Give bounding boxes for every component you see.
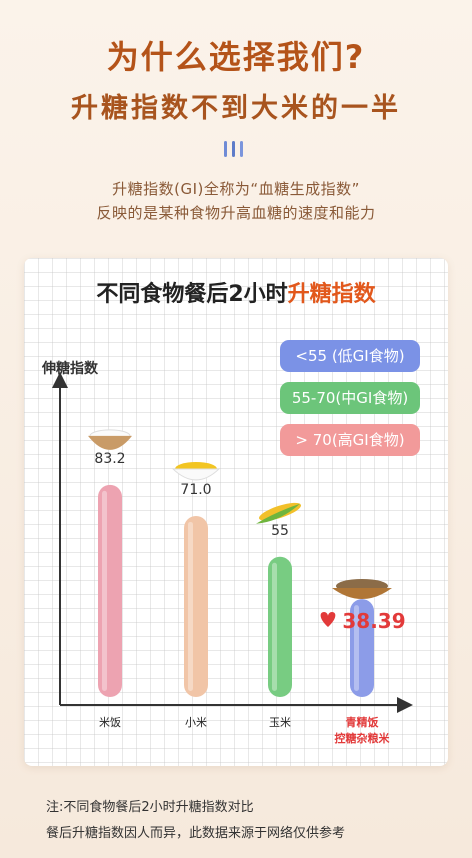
data-label: 71.0	[180, 482, 211, 498]
data-label: 55	[271, 523, 289, 539]
bar-highlight	[188, 521, 193, 691]
grain-bowl-icon	[332, 588, 392, 599]
category-label: 小米	[185, 716, 207, 729]
data-label: 38.39	[342, 609, 405, 633]
data-label: 83.2	[94, 451, 125, 467]
footnote-line-1: 注:不同食物餐后2小时升糖指数对比	[46, 800, 254, 815]
footnote-line-2: 餐后升糖指数因人而异，此数据来源于网络仅供参考	[46, 826, 346, 841]
category-label: 玉米	[269, 716, 291, 729]
chart-svg: 83.2 米饭 71.0 小米 55 玉米 38.39 青精饭控糖杂粮米	[52, 372, 413, 745]
category-label: 控糖杂粮米	[335, 731, 391, 745]
bar	[184, 515, 208, 697]
category-label: 米饭	[99, 716, 121, 729]
millet-bowl-icon	[171, 468, 221, 481]
bar	[268, 556, 292, 697]
bar	[98, 484, 122, 697]
bar-highlight	[272, 562, 277, 691]
heart-icon	[320, 612, 336, 627]
category-label: 青精饭	[346, 715, 379, 729]
rice-bowl-icon	[88, 435, 132, 450]
bar-highlight	[102, 490, 107, 691]
